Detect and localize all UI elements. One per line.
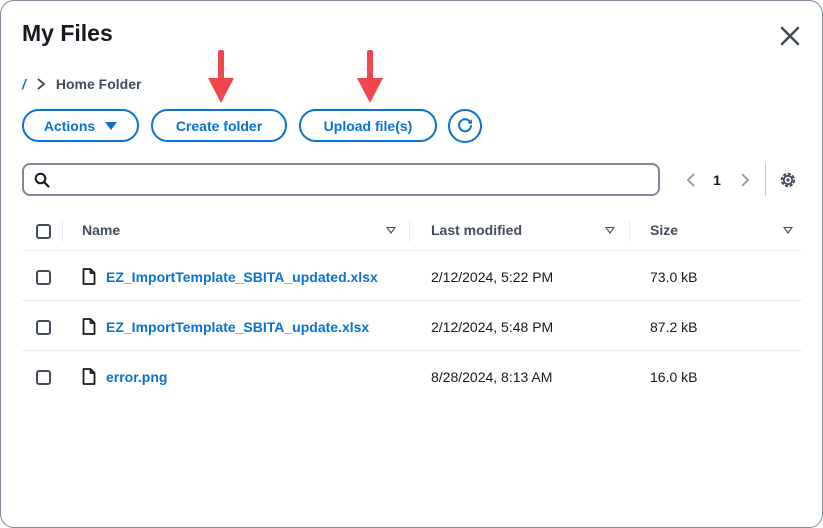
file-size-value: 16.0 kB	[650, 369, 698, 385]
dialog-title: My Files	[22, 20, 113, 46]
file-icon	[82, 368, 96, 385]
breadcrumb: / Home Folder	[22, 75, 141, 93]
current-page-number[interactable]: 1	[709, 167, 725, 193]
column-divider	[62, 221, 63, 242]
last-modified-value: 8/28/2024, 8:13 AM	[431, 369, 553, 385]
actions-button[interactable]: Actions	[22, 109, 139, 142]
file-name-link[interactable]: EZ_ImportTemplate_SBITA_update.xlsx	[106, 319, 369, 335]
close-icon[interactable]	[777, 23, 803, 49]
last-modified-value: 2/12/2024, 5:48 PM	[431, 319, 554, 335]
file-icon	[82, 268, 96, 285]
table-row: EZ_ImportTemplate_SBITA_updated.xlsx 2/1…	[22, 252, 802, 301]
search-input[interactable]	[58, 169, 648, 191]
table-header: Name Last modified Size	[22, 209, 802, 251]
pagination-divider	[765, 163, 766, 196]
last-modified-value: 2/12/2024, 5:22 PM	[431, 269, 554, 285]
chevron-right-icon	[37, 78, 46, 90]
search-field[interactable]	[22, 163, 660, 196]
select-all-checkbox[interactable]	[36, 224, 51, 239]
sort-name-icon[interactable]	[386, 227, 396, 234]
file-icon	[82, 318, 96, 335]
gear-icon[interactable]	[777, 169, 799, 191]
breadcrumb-root-link[interactable]: /	[22, 76, 26, 92]
sort-size-icon[interactable]	[783, 227, 793, 234]
caret-down-icon	[105, 121, 118, 130]
row-checkbox[interactable]	[36, 270, 51, 285]
table-row: EZ_ImportTemplate_SBITA_update.xlsx 2/12…	[22, 302, 802, 351]
file-size-value: 73.0 kB	[650, 269, 698, 285]
red-down-arrow	[357, 50, 383, 103]
refresh-icon	[458, 118, 472, 133]
breadcrumb-current: Home Folder	[55, 76, 142, 92]
file-name-link[interactable]: EZ_ImportTemplate_SBITA_updated.xlsx	[106, 269, 378, 285]
actions-button-label: Actions	[43, 117, 96, 134]
file-size-value: 87.2 kB	[650, 319, 698, 335]
search-icon	[34, 172, 50, 188]
file-name-link[interactable]: error.png	[106, 369, 167, 385]
my-files-dialog: My Files / Home Folder Actions Create fo…	[0, 0, 823, 528]
create-folder-button[interactable]: Create folder	[151, 109, 287, 142]
red-down-arrow	[208, 50, 234, 103]
row-checkbox[interactable]	[36, 370, 51, 385]
column-divider[interactable]	[409, 221, 410, 242]
chevron-right-icon	[741, 173, 750, 187]
refresh-button[interactable]	[448, 109, 482, 143]
column-header-size[interactable]: Size	[650, 222, 678, 238]
column-header-name[interactable]: Name	[82, 222, 120, 238]
previous-page-button[interactable]	[681, 167, 701, 193]
column-divider[interactable]	[629, 221, 630, 242]
table-row: error.png 8/28/2024, 8:13 AM 16.0 kB	[22, 352, 802, 401]
next-page-button[interactable]	[735, 167, 755, 193]
chevron-left-icon	[686, 173, 695, 187]
upload-files-button[interactable]: Upload file(s)	[299, 109, 437, 142]
sort-last-modified-icon[interactable]	[605, 227, 615, 234]
column-header-last-modified[interactable]: Last modified	[431, 222, 522, 238]
row-checkbox[interactable]	[36, 320, 51, 335]
